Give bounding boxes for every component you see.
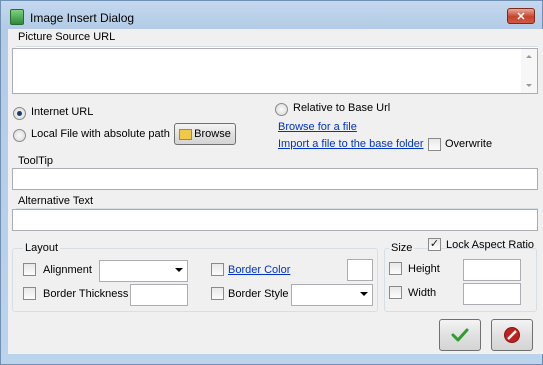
local-file-radio[interactable] [13, 129, 26, 142]
tooltip-input[interactable] [12, 168, 538, 190]
dialog-body: Picture Source URL Internet URL Local Fi… [8, 29, 543, 354]
scroll-down-icon[interactable] [526, 84, 532, 87]
overwrite-checkbox[interactable] [428, 138, 441, 151]
lock-aspect-ratio-checkbox[interactable]: ✓ [428, 238, 441, 251]
border-thickness-input[interactable] [130, 284, 188, 306]
border-color-checkbox[interactable] [211, 263, 224, 276]
chevron-down-icon [360, 292, 368, 296]
border-thickness-label: Border Thickness [43, 288, 129, 300]
tooltip-label: ToolTip [18, 155, 54, 167]
close-icon: ✕ [516, 10, 526, 23]
browse-label: Browse [194, 128, 231, 140]
border-color-swatch[interactable] [347, 259, 373, 281]
title-bar[interactable]: Image Insert Dialog ✕ [1, 1, 542, 29]
close-button[interactable]: ✕ [507, 8, 535, 24]
scroll-up-icon[interactable] [526, 55, 532, 58]
width-checkbox[interactable] [389, 286, 402, 299]
relative-base-url-label: Relative to Base Url [293, 102, 391, 114]
local-file-label: Local File with absolute path [31, 128, 170, 140]
relative-base-url-radio[interactable] [275, 103, 288, 116]
width-label: Width [408, 287, 437, 299]
window-title: Image Insert Dialog [30, 11, 135, 25]
internet-url-radio[interactable] [13, 107, 26, 120]
alt-text-input[interactable] [12, 209, 538, 231]
chevron-down-icon [175, 268, 183, 272]
border-color-link[interactable]: Border Color [228, 264, 290, 276]
browse-file-link[interactable]: Browse for a file [278, 121, 357, 133]
border-style-label: Border Style [228, 288, 289, 300]
overwrite-label: Overwrite [445, 138, 493, 150]
border-style-checkbox[interactable] [211, 287, 224, 300]
import-file-link[interactable]: Import a file to the base folder [278, 138, 424, 150]
picture-source-url-field[interactable] [12, 48, 538, 94]
cancel-icon [504, 327, 520, 343]
checkmark-icon: ✓ [429, 238, 440, 250]
height-checkbox[interactable] [389, 262, 402, 275]
picture-source-label: Picture Source URL [18, 31, 116, 43]
height-label: Height [408, 263, 440, 275]
border-style-dropdown[interactable] [291, 284, 373, 306]
alignment-checkbox[interactable] [23, 263, 36, 276]
border-thickness-checkbox[interactable] [23, 287, 36, 300]
ok-button[interactable] [439, 319, 481, 351]
app-icon [10, 9, 24, 25]
width-input[interactable] [463, 283, 521, 305]
layout-group-title: Layout [23, 242, 61, 254]
alt-text-label: Alternative Text [18, 195, 94, 207]
lock-aspect-ratio-label: Lock Aspect Ratio [446, 239, 535, 251]
dialog-window: Image Insert Dialog ✕ Picture Source URL… [0, 0, 543, 365]
browse-button[interactable]: Browse [174, 123, 236, 145]
size-group-title: Size [389, 242, 415, 254]
cancel-button[interactable] [491, 319, 533, 351]
alignment-label: Alignment [43, 264, 92, 276]
check-icon [451, 328, 469, 342]
alignment-dropdown[interactable] [99, 260, 188, 282]
internet-url-label: Internet URL [31, 106, 94, 118]
folder-icon [179, 128, 193, 140]
height-input[interactable] [463, 259, 521, 281]
url-scrollbar[interactable] [521, 49, 537, 93]
